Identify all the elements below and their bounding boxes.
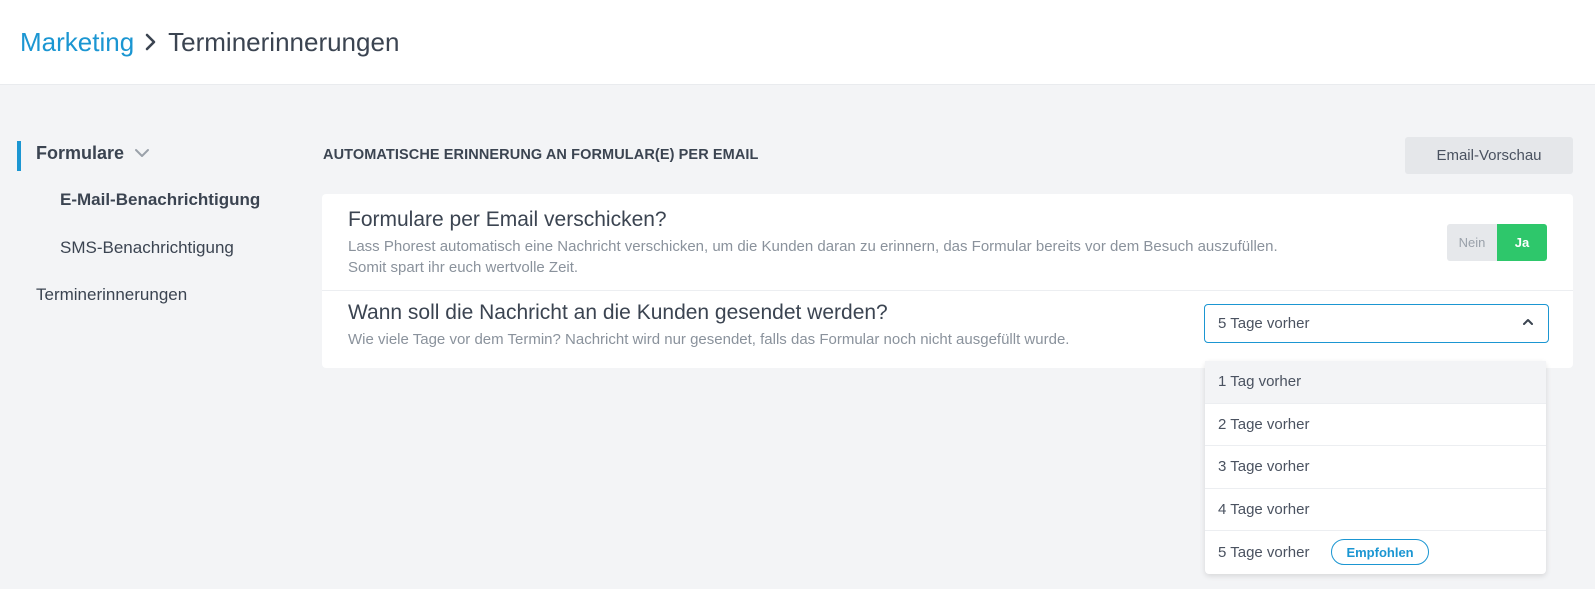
chevron-up-icon — [1522, 317, 1534, 327]
active-indicator — [17, 141, 21, 171]
sidebar-group-label: Formulare — [36, 142, 125, 163]
sidebar-item-email-benachrichtigung[interactable]: E-Mail-Benachrichtigung — [0, 176, 300, 224]
send-forms-description: Lass Phorest automatisch eine Nachricht … — [348, 238, 1278, 276]
email-preview-button[interactable]: Email-Vorschau — [1405, 137, 1573, 174]
send-forms-toggle[interactable]: Nein Ja — [1447, 224, 1547, 261]
option-label: 3 Tage vorher — [1218, 458, 1310, 476]
option-label: 4 Tage vorher — [1218, 500, 1310, 518]
chevron-right-icon — [144, 32, 158, 52]
chevron-down-icon — [134, 147, 150, 159]
breadcrumb-marketing-link[interactable]: Marketing — [20, 27, 134, 58]
page-title: Terminerinnerungen — [168, 26, 400, 57]
toggle-yes-option[interactable]: Ja — [1497, 224, 1547, 261]
section-title: AUTOMATISCHE ERINNERUNG AN FORMULAR(E) P… — [323, 147, 759, 163]
send-forms-title: Formulare per Email verschicken? — [348, 208, 667, 231]
settings-card: Formulare per Email verschicken? Lass Ph… — [322, 194, 1573, 368]
sidebar-item-sms-benachrichtigung[interactable]: SMS-Benachrichtigung — [0, 224, 300, 272]
timing-title: Wann soll die Nachricht an die Kunden ge… — [348, 301, 888, 324]
breadcrumb: Marketing Terminerinnerungen — [0, 0, 1595, 85]
dropdown-option[interactable]: 1 Tag vorher — [1205, 361, 1546, 404]
recommended-badge: Empfohlen — [1331, 539, 1429, 566]
days-before-select[interactable]: 5 Tage vorher — [1204, 304, 1549, 343]
option-label: 2 Tage vorher — [1218, 415, 1310, 433]
timing-row: Wann soll die Nachricht an die Kunden ge… — [322, 291, 1573, 368]
dropdown-option[interactable]: 3 Tage vorher — [1205, 446, 1546, 489]
option-label: 5 Tage vorher — [1218, 543, 1310, 561]
timing-description: Wie viele Tage vor dem Termin? Nachricht… — [348, 331, 1070, 348]
toggle-no-option[interactable]: Nein — [1447, 224, 1497, 261]
sidebar: Formulare E-Mail-Benachrichtigung SMS-Be… — [0, 130, 300, 318]
dropdown-option[interactable]: 5 Tage vorher Empfohlen — [1205, 531, 1546, 574]
select-value: 5 Tage vorher — [1218, 315, 1310, 332]
dropdown-option[interactable]: 4 Tage vorher — [1205, 489, 1546, 531]
days-before-dropdown: 1 Tag vorher 2 Tage vorher 3 Tage vorher… — [1205, 361, 1546, 574]
sidebar-group-formulare[interactable]: Formulare — [0, 130, 300, 176]
send-forms-row: Formulare per Email verschicken? Lass Ph… — [322, 194, 1573, 291]
option-label: 1 Tag vorher — [1218, 373, 1302, 391]
dropdown-option[interactable]: 2 Tage vorher — [1205, 404, 1546, 446]
sidebar-item-terminerinnerungen[interactable]: Terminerinnerungen — [0, 272, 300, 318]
